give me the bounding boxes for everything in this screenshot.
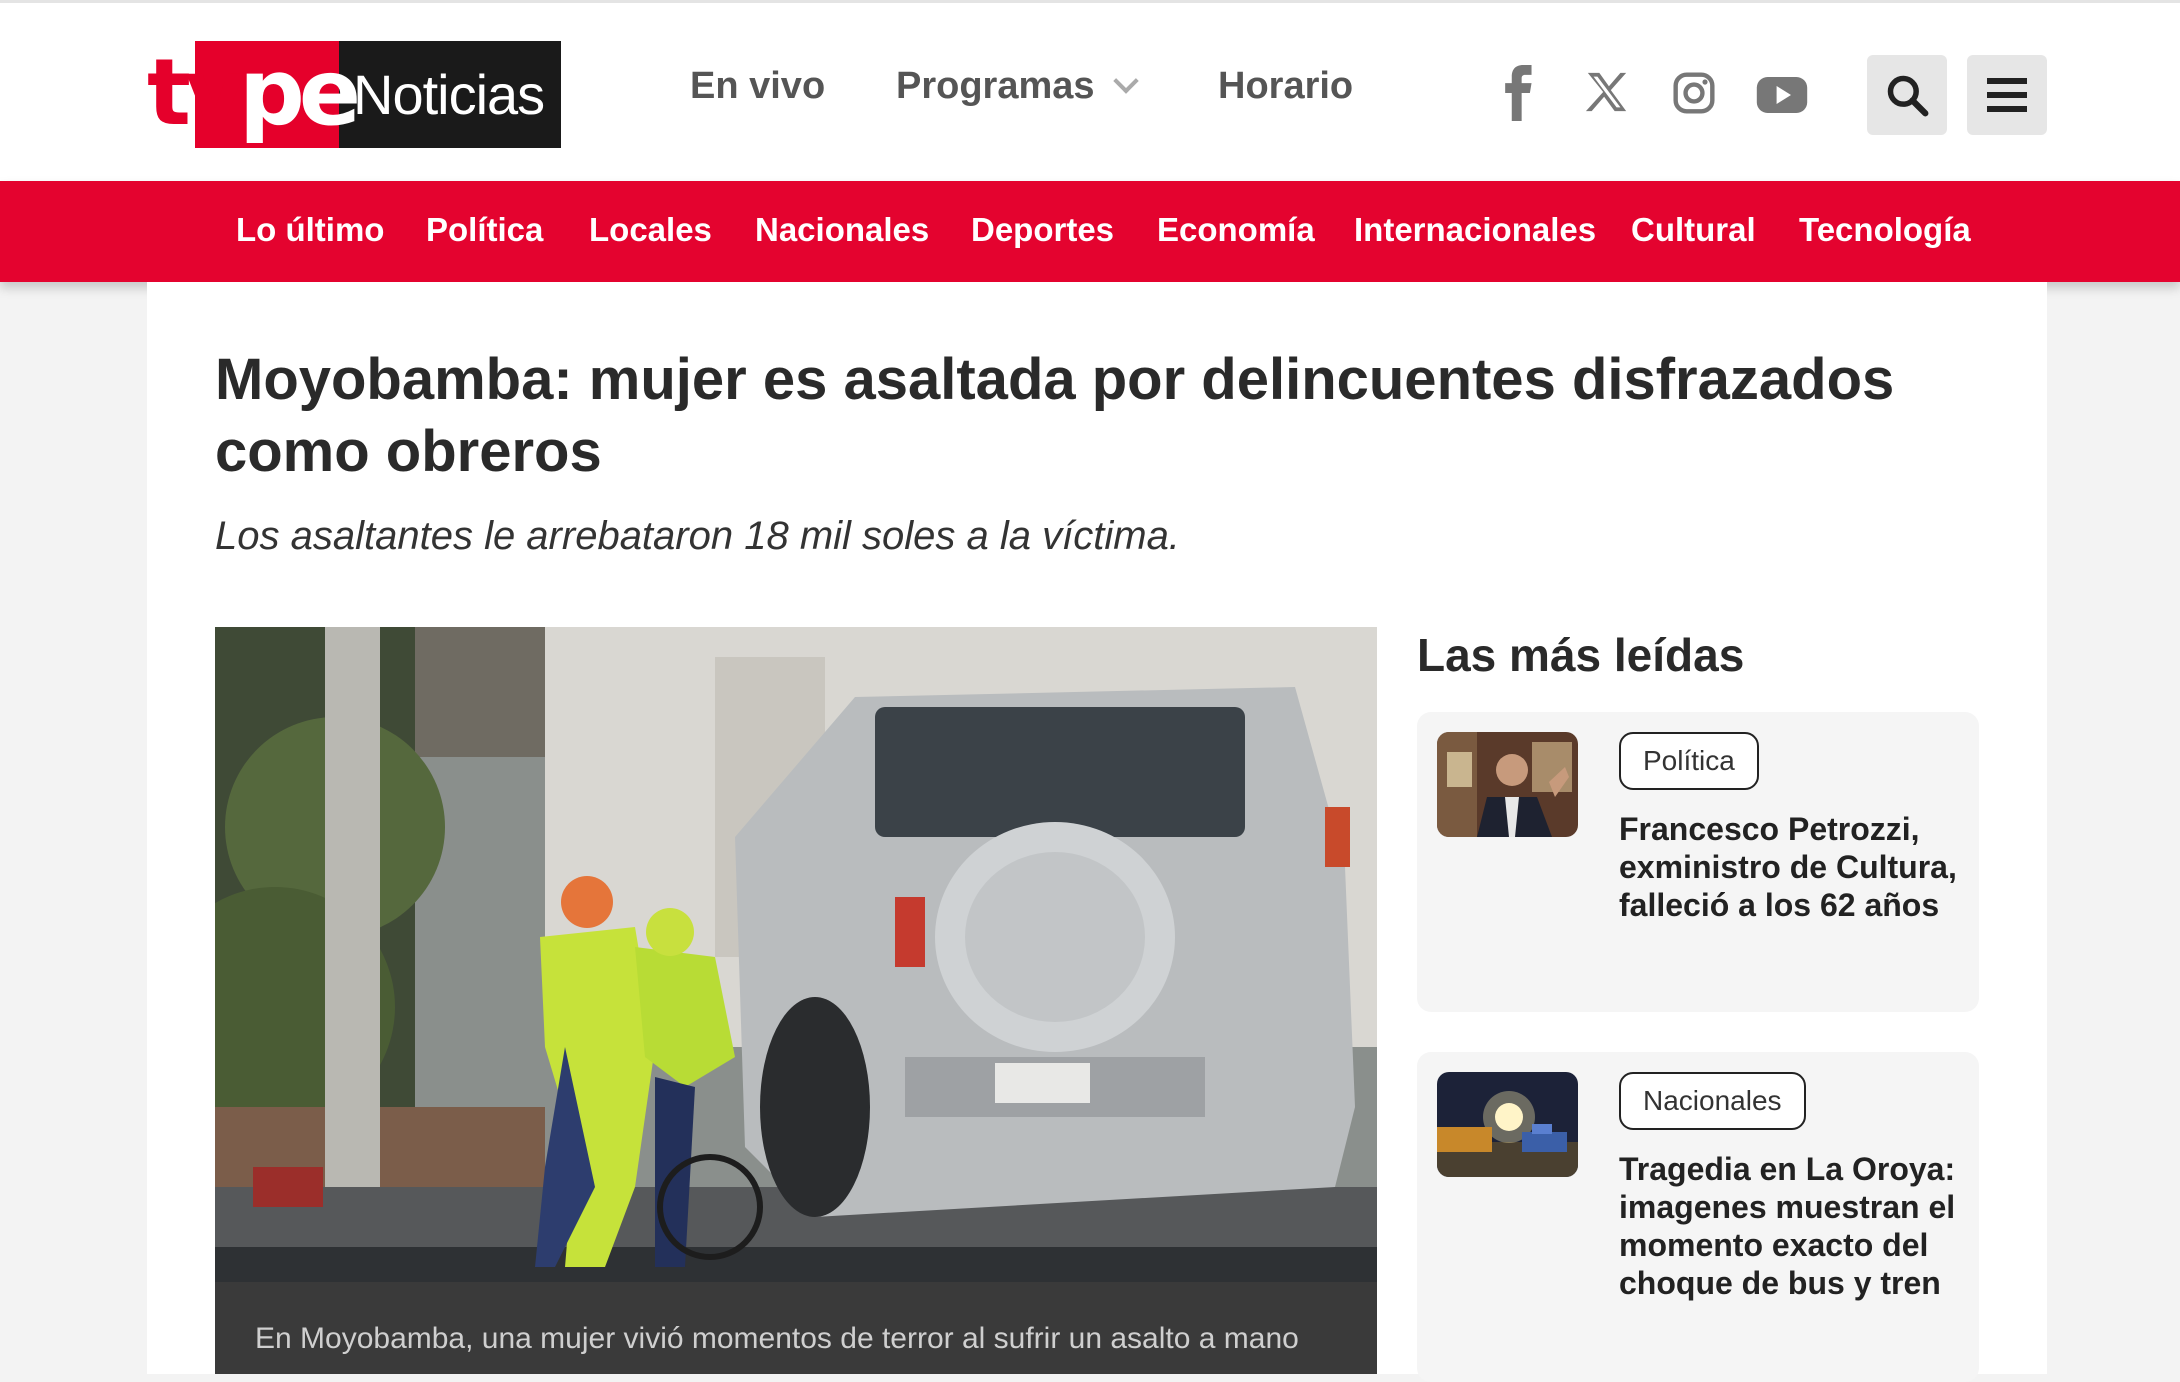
category-economia[interactable]: Economía — [1157, 211, 1315, 249]
youtube-icon[interactable] — [1756, 77, 1808, 113]
category-locales[interactable]: Locales — [589, 211, 712, 249]
logo-tvpe: tvpe — [147, 41, 361, 148]
article-subtitle: Los asaltantes le arrebataron 18 mil sol… — [215, 514, 1180, 558]
most-read-thumbnail — [1437, 732, 1578, 837]
category-nacionales[interactable]: Nacionales — [755, 211, 929, 249]
nav-programas[interactable]: Programas — [896, 65, 1139, 108]
most-read-title: Las más leídas — [1417, 629, 1745, 681]
category-tecnologia[interactable]: Tecnología — [1799, 211, 1971, 249]
search-icon — [1887, 75, 1929, 117]
category-cultural[interactable]: Cultural — [1631, 211, 1756, 249]
most-read-headline[interactable]: Tragedia en La Oroya: imagenes muestran … — [1619, 1150, 1959, 1302]
menu-button[interactable] — [1967, 55, 2047, 135]
category-internacionales[interactable]: Internacionales — [1354, 211, 1596, 249]
menu-icon — [1987, 78, 2027, 112]
nav-horario[interactable]: Horario — [1218, 65, 1353, 108]
logo-section-text: Noticias — [339, 41, 561, 148]
most-read-headline[interactable]: Francesco Petrozzi, exministro de Cultur… — [1619, 810, 1959, 924]
category-lo-ultimo[interactable]: Lo último — [236, 211, 384, 249]
search-button[interactable] — [1867, 55, 1947, 135]
article-image — [215, 627, 1377, 1282]
nav-en-vivo[interactable]: En vivo — [690, 65, 825, 108]
logo-brand-text: tvpe — [147, 39, 361, 146]
facebook-icon[interactable] — [1500, 65, 1540, 121]
most-read-tag[interactable]: Política — [1619, 732, 1759, 790]
top-header: tvpe Noticias En vivo Programas Horario — [0, 0, 2180, 181]
category-nav: Lo último Política Locales Nacionales De… — [0, 181, 2180, 282]
category-politica[interactable]: Política — [426, 211, 543, 249]
most-read-thumbnail — [1437, 1072, 1578, 1177]
chevron-down-icon — [1112, 68, 1139, 94]
category-deportes[interactable]: Deportes — [971, 211, 1114, 249]
most-read-tag[interactable]: Nacionales — [1619, 1072, 1806, 1130]
article-title: Moyobamba: mujer es asaltada por delincu… — [215, 347, 1895, 484]
article-container: Moyobamba: mujer es asaltada por delincu… — [147, 282, 2047, 1382]
most-read-card[interactable]: Política Francesco Petrozzi, exministro … — [1417, 712, 1979, 1012]
nav-programas-label: Programas — [896, 65, 1095, 107]
most-read-card[interactable]: Nacionales Tragedia en La Oroya: imagene… — [1417, 1052, 1979, 1382]
article-image-caption: En Moyobamba, una mujer vivió momentos d… — [215, 1282, 1377, 1374]
x-icon[interactable] — [1584, 69, 1630, 115]
instagram-icon[interactable] — [1672, 71, 1716, 115]
tvpe-noticias-logo[interactable]: tvpe Noticias — [147, 41, 561, 148]
